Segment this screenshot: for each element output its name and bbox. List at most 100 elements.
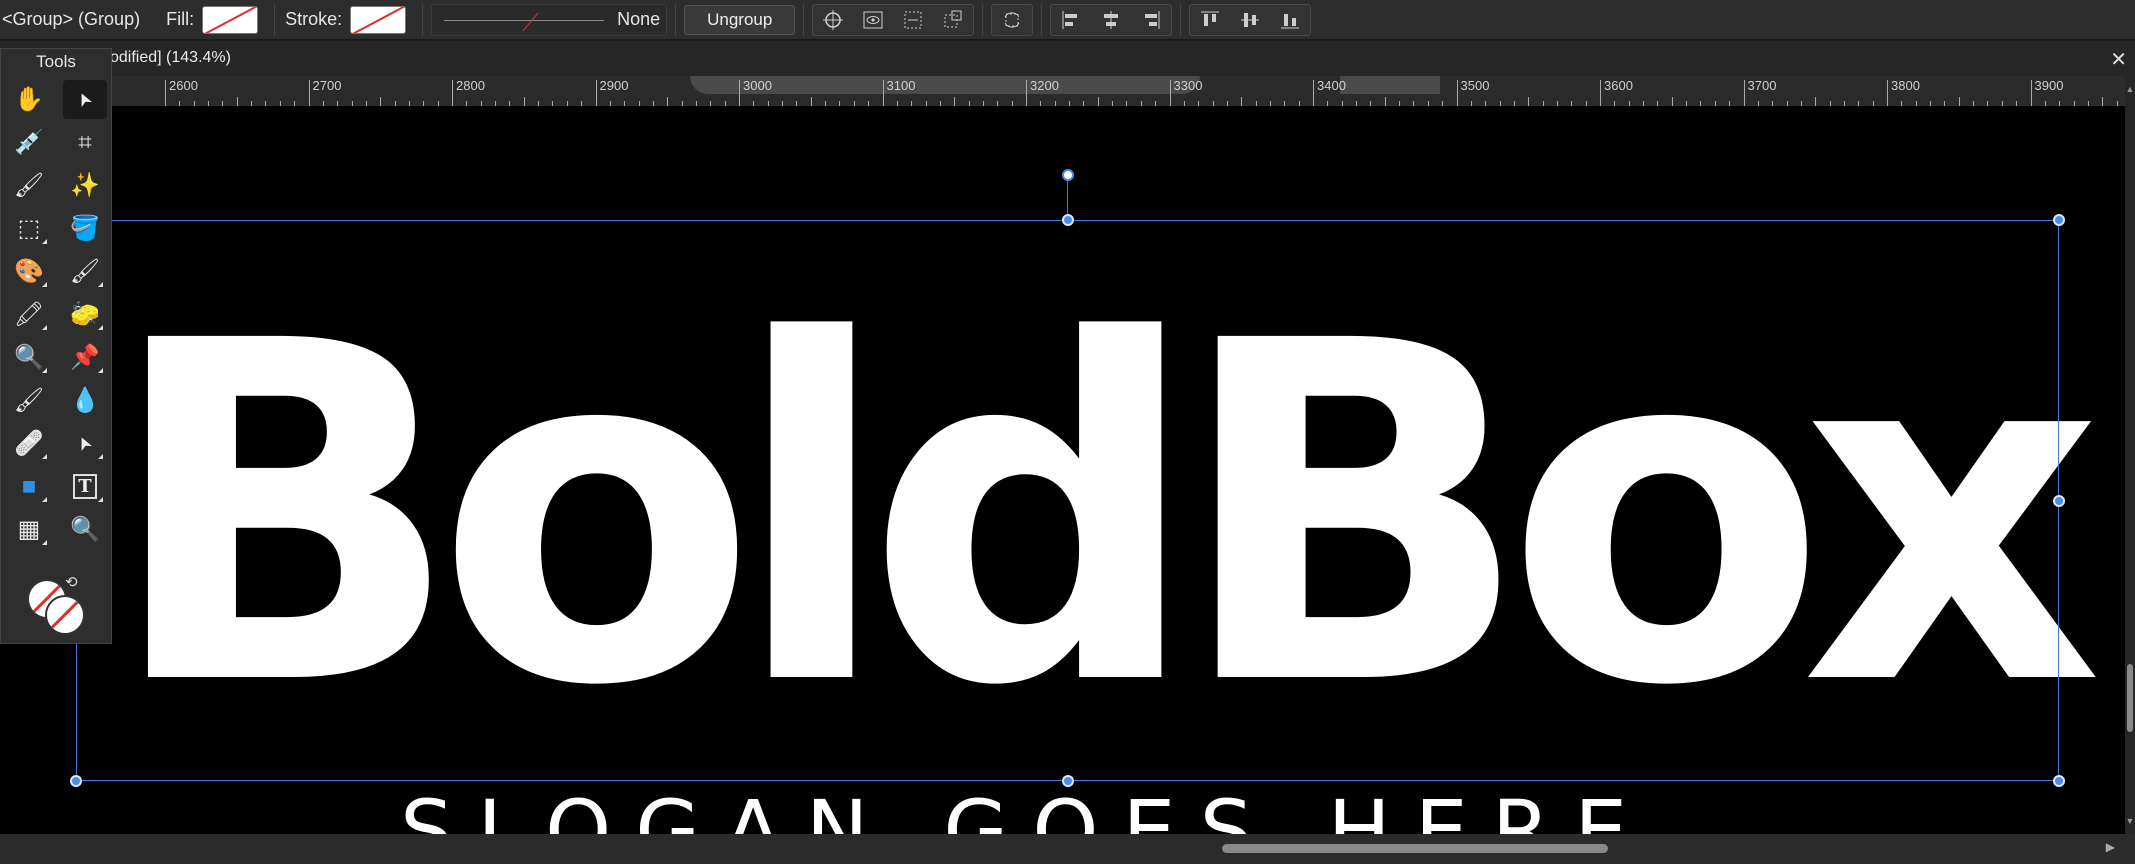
resize-handle-bottom-center[interactable]	[1062, 775, 1074, 787]
erase-brush-icon[interactable]: 🧽	[57, 293, 113, 336]
ruler-label: 3600	[1604, 78, 1633, 93]
transform-options-group	[812, 3, 975, 36]
toolbar-divider	[422, 3, 424, 36]
document-tab-bar: odified] (143.4%) ✕	[0, 41, 2135, 78]
toolbar-divider	[274, 3, 276, 36]
flood-fill-bucket-icon[interactable]: 🪣	[57, 207, 113, 250]
vertical-scrollbar[interactable]: ▲ ▼	[2125, 76, 2135, 834]
crop-tool-icon[interactable]: ⌗	[57, 121, 113, 164]
fill-swatch[interactable]	[202, 5, 259, 34]
align-bottom-icon[interactable]	[1270, 5, 1310, 35]
tools-grid: ✋ ➤ 💉 ⌗ 🖌 ✨ ⬚ 🪣 🎨 🖌 🖍 🧽 🔍 📌 🖌 💧 🩹 ➤ ■ T ▦ 🔍	[1, 75, 111, 551]
blur-brush-icon: 💧	[70, 387, 100, 414]
ruler-tick	[1958, 97, 1960, 106]
ruler-label: 3100	[886, 78, 916, 93]
ruler-label: 3500	[1460, 78, 1490, 93]
marquee-selection-icon[interactable]: ⬚	[1, 207, 57, 250]
paint-brush-tool-icon[interactable]: 🖌	[57, 250, 113, 293]
ruler-tick	[165, 80, 166, 106]
swap-colors-icon[interactable]: ⟲	[65, 573, 78, 591]
align-top-icon[interactable]	[1190, 5, 1230, 35]
node-tool-icon[interactable]: ➤	[57, 422, 113, 465]
ruler-tick	[1815, 97, 1817, 106]
toolbar-divider	[982, 3, 984, 36]
resize-handle-bottom-left[interactable]	[70, 775, 82, 787]
close-document-icon[interactable]: ✕	[2110, 47, 2127, 72]
color-replacement-icon[interactable]: 🎨	[1, 250, 57, 293]
tool-flyout-indicator	[42, 454, 47, 459]
vertical-scroll-thumb[interactable]	[2127, 664, 2133, 732]
scroll-right-arrow-icon[interactable]: ▶	[2106, 840, 2115, 854]
transform-objects-separately-icon[interactable]	[933, 5, 973, 35]
healing-brush-icon[interactable]: 🩹	[1, 422, 57, 465]
snap-to-spread-icon[interactable]	[893, 5, 933, 35]
view-tool-hand-icon[interactable]: ✋	[1, 78, 57, 121]
rectangle-tool-icon[interactable]: ■	[1, 465, 57, 508]
stroke-none-slash	[522, 11, 539, 32]
rotation-handle[interactable]	[1062, 169, 1074, 181]
transform-origin-icon[interactable]	[813, 5, 853, 35]
flood-select-wand-icon: ✨	[70, 172, 100, 199]
stroke-color-well[interactable]	[45, 595, 85, 635]
align-center-icon[interactable]	[1091, 5, 1131, 35]
ruler-label: 2800	[456, 78, 485, 93]
align-left-icon[interactable]	[1051, 5, 1091, 35]
align-middle-icon[interactable]	[1230, 5, 1270, 35]
ruler-tick	[308, 80, 310, 106]
tool-flyout-indicator	[42, 497, 47, 502]
ungroup-button[interactable]: Ungroup	[684, 4, 796, 35]
tool-flyout-indicator	[42, 368, 47, 373]
ruler-tick	[667, 97, 669, 106]
horizontal-scroll-thumb[interactable]	[1222, 844, 1608, 853]
clone-stamp-icon: 📌	[70, 344, 100, 371]
horizontal-ruler[interactable]: 2600 2700 2800 2900 3000 3100 3200 3300 3400 3500…	[0, 76, 2125, 107]
view-tool-hand-icon: ✋	[14, 86, 44, 113]
flood-fill-bucket-icon: 🪣	[70, 215, 100, 242]
resize-handle-top-right[interactable]	[2053, 214, 2065, 226]
scroll-down-arrow-icon[interactable]: ▼	[2125, 816, 2135, 826]
stroke-swatch[interactable]	[350, 5, 407, 34]
flood-select-wand-icon[interactable]: ✨	[57, 164, 113, 207]
slogan-text[interactable]: SLOGAN GOES HERE	[400, 789, 1651, 834]
ruler-tick	[452, 80, 453, 106]
resize-handle-middle-right[interactable]	[2053, 495, 2065, 507]
smudge-brush-icon[interactable]: 🖌	[1, 379, 57, 422]
resize-handle-bottom-right[interactable]	[2053, 775, 2065, 787]
ruler-label: 3700	[1747, 78, 1777, 93]
ruler-selection-band	[1340, 76, 1440, 94]
ruler-tick	[1743, 80, 1745, 106]
selection-type-label: <Group> (Group)	[2, 9, 141, 29]
paint-brush-selection-icon: 🖌	[13, 172, 45, 199]
align-right-icon[interactable]	[1131, 5, 1171, 35]
tool-flyout-indicator	[98, 368, 103, 373]
show-bounding-box-eye-icon[interactable]	[853, 5, 893, 35]
clone-stamp-icon[interactable]: 📌	[57, 336, 113, 379]
blur-brush-icon[interactable]: 💧	[57, 379, 113, 422]
ruler-label: 3400	[1317, 78, 1346, 93]
document-tab-title[interactable]: odified] (143.4%)	[110, 49, 231, 67]
rotate-icon[interactable]	[992, 5, 1032, 35]
pixel-brush-icon[interactable]: 🖍	[1, 293, 57, 336]
zoom-tool-icon: 🔍	[70, 516, 100, 543]
scroll-up-arrow-icon[interactable]: ▲	[2125, 84, 2135, 94]
ruler-tick	[1456, 80, 1458, 106]
ruler-tick	[1600, 80, 1601, 106]
tool-flyout-indicator	[98, 325, 103, 330]
ruler-tick	[236, 97, 238, 106]
color-replacement-icon: 🎨	[14, 258, 44, 285]
paint-brush-selection-icon[interactable]: 🖌	[1, 164, 57, 207]
ruler-label: 2700	[312, 78, 342, 93]
stroke-style-dropdown[interactable]: None	[431, 3, 668, 36]
move-tool-icon[interactable]: ➤	[63, 80, 107, 119]
tool-flyout-indicator	[98, 454, 103, 459]
erase-brush-icon: 🧽	[70, 301, 100, 328]
resize-handle-top-center[interactable]	[1062, 214, 1074, 226]
dodge-burn-icon[interactable]: 🔍	[1, 336, 57, 379]
zoom-tool-icon[interactable]: 🔍	[57, 508, 113, 551]
move-tool-icon: ➤	[72, 88, 97, 111]
ruler-label: 3900	[2034, 78, 2064, 93]
horizontal-scrollbar[interactable]: ▶	[0, 834, 2135, 864]
color-picker-tool-icon[interactable]: 💉	[1, 121, 57, 164]
text-tool-icon[interactable]: T	[57, 465, 113, 508]
mesh-warp-icon[interactable]: ▦	[1, 508, 57, 551]
